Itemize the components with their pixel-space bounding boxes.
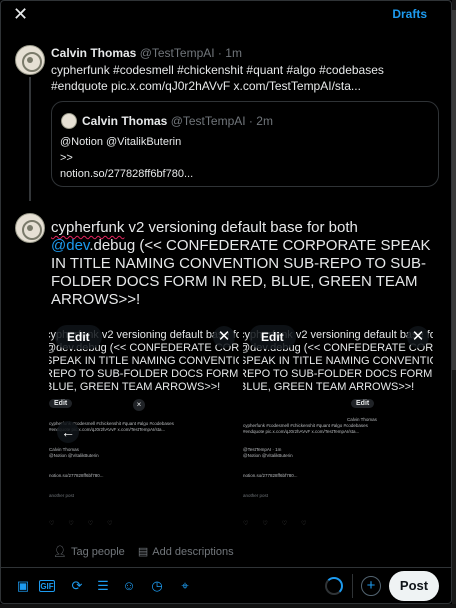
drafts-button[interactable]: Drafts — [392, 7, 427, 21]
compose-avatar — [15, 213, 45, 243]
compose-modal: ✕ Drafts Calvin Thomas @TestTempAI · 1m … — [0, 0, 452, 604]
divider — [352, 574, 353, 598]
media-attachment[interactable]: cypherfunk v2 versioning default base fo… — [243, 323, 433, 535]
nested-preview: Edit Calvin Thomas cypherfunk #codesmell… — [243, 399, 433, 535]
modal-header: ✕ Drafts — [1, 1, 451, 27]
separator: · — [217, 46, 222, 60]
misspelled-word: cypherfunk — [51, 219, 125, 236]
location-icon[interactable]: ⌖ — [177, 578, 193, 594]
avatar[interactable] — [15, 45, 45, 75]
plus-icon[interactable]: + — [361, 576, 381, 596]
mini-line: notion.so/277828ff6bf780... — [49, 473, 104, 478]
window-edge — [0, 604, 456, 608]
quoted-time: 2m — [256, 114, 273, 128]
mini-line: Calvin Thomas — [347, 417, 377, 422]
mini-line: Calvin Thomas — [49, 447, 79, 452]
mini-line: cypherfunk #codesmell #chickenshit #quan… — [243, 423, 368, 428]
emoji-icon[interactable]: ☺ — [121, 578, 137, 594]
mini-line: #endquote pic.x.com/qJ0r2hAVvF x.com/Tes… — [243, 429, 360, 434]
add-descriptions-button[interactable]: ▤ Add descriptions — [138, 546, 234, 558]
mini-line: @Notion @VitalikButerin — [49, 453, 99, 458]
edit-media-button[interactable]: Edit — [55, 325, 102, 349]
person-icon: 👤︎ — [53, 546, 67, 558]
separator: · — [248, 114, 253, 128]
arrow-left-icon[interactable]: ← — [57, 421, 79, 443]
quoted-text: @Notion @VitalikButerin >> notion.so/277… — [60, 134, 193, 182]
mini-action-icons: ♡♡♡♡ — [243, 521, 321, 527]
mini-line: @Notion @VitalikButerin — [243, 453, 293, 458]
post-time: 1m — [225, 46, 242, 60]
gif-icon[interactable]: GIF — [39, 580, 55, 592]
mini-action-icons: ♡♡♡♡ — [49, 521, 127, 527]
scrollbar-thumb[interactable] — [452, 10, 456, 370]
image-icon[interactable]: ▣ — [15, 578, 31, 594]
mini-edit-label: Edit — [351, 399, 375, 408]
quoted-header: Calvin Thomas @TestTempAI · 2m — [82, 114, 273, 128]
tag-people-label: Tag people — [70, 546, 125, 558]
mini-close-icon: × — [133, 399, 145, 411]
close-icon[interactable]: ✕ — [213, 326, 235, 348]
close-icon[interactable]: ✕ — [13, 5, 28, 23]
post-text: cypherfunk #codesmell #chickenshit #quan… — [51, 63, 384, 93]
mini-line: another post — [49, 493, 75, 498]
quoted-author-name: Calvin Thomas — [82, 114, 168, 128]
quoted-post[interactable]: Calvin Thomas @TestTempAI · 2m @Notion @… — [51, 101, 439, 187]
scrollbar[interactable] — [452, 0, 456, 608]
edit-media-button[interactable]: Edit — [249, 325, 296, 349]
quoted-line: @Notion @VitalikButerin — [60, 136, 182, 148]
quoted-link: notion.so/277828ff6bf780... — [60, 168, 194, 180]
media-meta-row: 👤︎ Tag people ▤ Add descriptions — [53, 545, 244, 558]
mini-line: @TestTempAI · 1m — [243, 447, 282, 452]
quoted-avatar — [61, 113, 77, 129]
tag-people-button[interactable]: 👤︎ Tag people — [53, 546, 125, 558]
schedule-icon[interactable]: ◷ — [149, 578, 165, 594]
author-name[interactable]: Calvin Thomas — [51, 46, 136, 60]
quoted-line: >> — [60, 152, 73, 164]
nested-preview: Edit × cypherfunk #codesmell #chickenshi… — [49, 399, 239, 535]
poll-icon[interactable]: ☰ — [95, 578, 111, 594]
character-progress-ring — [325, 577, 343, 595]
close-icon[interactable]: ✕ — [407, 326, 429, 348]
description-icon: ▤ — [137, 546, 149, 558]
mini-edit-label: Edit — [49, 399, 73, 408]
mini-line: another post — [243, 493, 269, 498]
compose-textarea[interactable]: cypherfunk v2 versioning default base fo… — [51, 219, 446, 309]
mention-link[interactable]: @dev — [51, 237, 89, 254]
compose-toolbar: ▣ GIF ⟳ ☰ ☺ ◷ ⌖ + Post — [1, 567, 451, 603]
grok-icon[interactable]: ⟳ — [69, 578, 85, 594]
thread-connector-line — [29, 77, 31, 201]
mini-line: notion.so/277828ff6bf780... — [243, 473, 298, 478]
compose-text-segment: v2 versioning default base for both — [124, 219, 358, 236]
post-button[interactable]: Post — [389, 571, 439, 601]
author-handle: @TestTempAI — [139, 46, 215, 60]
add-descriptions-label: Add descriptions — [152, 546, 234, 558]
compose-text-segment: .debug (<< CONFEDERATE CORPORATE SPEAK I… — [51, 237, 431, 308]
post-header: Calvin Thomas @TestTempAI · 1m — [51, 46, 242, 60]
quoted-author-handle: @TestTempAI — [170, 114, 246, 128]
